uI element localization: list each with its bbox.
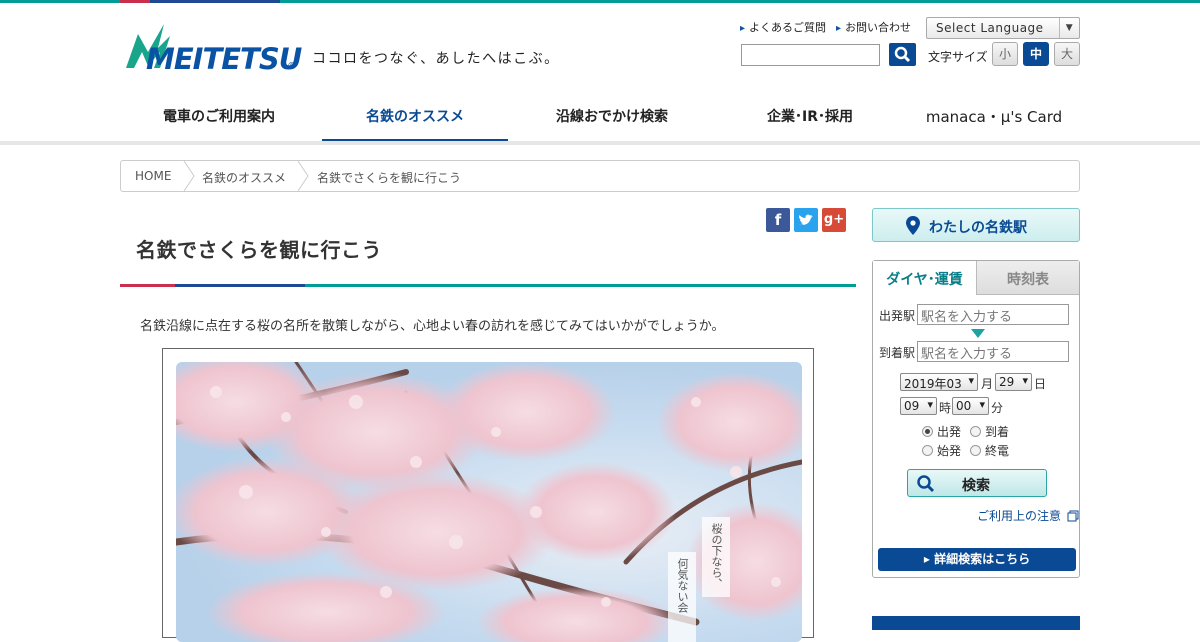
contact-link[interactable]: お問い合わせ — [836, 19, 911, 35]
year-month-select[interactable]: 2019年03 — [900, 373, 978, 391]
radio-first-train[interactable]: 始発 — [922, 442, 961, 459]
language-select-label: Select Language — [936, 21, 1044, 35]
month-unit: 月 — [981, 377, 994, 391]
site-search-input[interactable] — [741, 44, 880, 66]
from-station-input[interactable]: 駅名を入力する — [917, 304, 1069, 325]
hour-select[interactable]: 09 — [900, 397, 937, 415]
hero-image-frame: 桜の下なら、 何気ない会 — [162, 348, 814, 642]
cherry-blossom-illustration — [176, 362, 802, 642]
nav-outing-search[interactable]: 沿線おでかけ検索 — [512, 96, 712, 144]
photo-caption-2: 何気ない会 — [668, 552, 696, 642]
global-nav: 電車のご利用案内 名鉄のオススメ 沿線おでかけ検索 企業･IR･採用 manac… — [120, 96, 1080, 144]
minute-select[interactable]: 00 — [952, 397, 989, 415]
top-color-bar — [0, 0, 1200, 3]
nav-railway-guide[interactable]: 電車のご利用案内 — [120, 96, 318, 144]
map-pin-icon — [906, 216, 920, 235]
to-station-label: 到着駅 — [879, 346, 916, 360]
external-link-icon — [1067, 510, 1079, 522]
from-station-label: 出発駅 — [879, 309, 916, 323]
usage-notes-link[interactable]: ご利用上の注意 — [977, 507, 1079, 524]
radio-checked-icon — [922, 426, 933, 437]
usage-notes-label: ご利用上の注意 — [977, 509, 1062, 523]
route-search-panel: ダイヤ･運賃 時刻表 出発駅 駅名を入力する 到着駅 駅名を入力する 2019年… — [872, 260, 1080, 578]
radio-depart[interactable]: 出発 — [922, 423, 961, 440]
google-plus-share-icon[interactable]: g+ — [822, 208, 846, 232]
font-size-medium-button[interactable]: 中 — [1023, 42, 1049, 66]
radio-icon — [970, 426, 981, 437]
tab-timetable[interactable]: 時刻表 — [977, 261, 1079, 295]
radio-last-train[interactable]: 終電 — [970, 442, 1009, 459]
day-select[interactable]: 29 — [995, 373, 1032, 391]
utility-links: よくあるご質問 お問い合わせ — [740, 19, 911, 35]
breadcrumb-recommend[interactable]: 名鉄のオススメ — [202, 169, 286, 186]
logo-registered-mark: ® — [287, 61, 297, 72]
sidebar-next-banner[interactable] — [872, 616, 1080, 630]
tagline: ココロをつなぐ、あしたへはこぶ。 — [312, 51, 560, 67]
minute-unit: 分 — [991, 401, 1004, 415]
font-size-large-button[interactable]: 大 — [1054, 42, 1080, 66]
nav-corporate[interactable]: 企業･IR･採用 — [712, 96, 908, 144]
site-search-button[interactable] — [889, 43, 916, 66]
page-title: 名鉄でさくらを観に行こう — [136, 238, 382, 262]
arrow-down-icon — [971, 329, 985, 338]
search-icon — [917, 475, 935, 493]
font-size-small-button[interactable]: 小 — [992, 42, 1018, 66]
hour-unit: 時 — [939, 401, 952, 415]
chevron-down-icon: ▼ — [1059, 18, 1079, 38]
radio-icon — [970, 445, 981, 456]
intro-text: 名鉄沿線に点在する桜の名所を散策しながら、心地よい春の訪れを感じてみてはいかがで… — [140, 319, 725, 334]
nav-divider — [0, 141, 1200, 145]
faq-link[interactable]: よくあるご質問 — [740, 19, 826, 35]
facebook-share-icon[interactable]: f — [766, 208, 790, 232]
breadcrumb-home[interactable]: HOME — [135, 169, 171, 183]
search-icon — [894, 46, 911, 63]
photo-caption-1: 桜の下なら、 — [702, 517, 730, 597]
nav-recommend[interactable]: 名鉄のオススメ — [322, 96, 508, 144]
route-search-button[interactable]: 検索 — [907, 469, 1047, 497]
my-station-label: わたしの名鉄駅 — [929, 220, 1027, 236]
nav-manaca[interactable]: manaca・μ's Card — [908, 96, 1080, 144]
tab-timetable-fare[interactable]: ダイヤ･運賃 — [873, 261, 977, 295]
radio-icon — [922, 445, 933, 456]
breadcrumb-current: 名鉄でさくらを観に行こう — [317, 171, 462, 185]
my-station-button[interactable]: わたしの名鉄駅 — [872, 208, 1080, 242]
twitter-share-icon[interactable] — [794, 208, 818, 232]
day-unit: 日 — [1034, 377, 1047, 391]
route-search-label: 検索 — [962, 478, 990, 494]
language-select[interactable]: Select Language ▼ — [926, 17, 1080, 39]
breadcrumb: HOME 名鉄のオススメ 名鉄でさくらを観に行こう — [120, 160, 1080, 192]
title-underline — [120, 284, 856, 287]
breadcrumb-separator-icon — [183, 161, 195, 191]
advanced-search-button[interactable]: ▸ 詳細検索はこちら — [878, 548, 1076, 571]
cherry-blossom-image: 桜の下なら、 何気ない会 — [176, 362, 802, 642]
logo-text: MEITETSU — [146, 42, 302, 76]
meitetsu-logo[interactable]: MEITETSU ® — [124, 24, 302, 76]
breadcrumb-separator-icon — [297, 161, 309, 191]
to-station-input[interactable]: 駅名を入力する — [917, 341, 1069, 362]
twitter-bird-icon — [799, 214, 813, 225]
font-size-label: 文字サイズ — [928, 50, 988, 64]
radio-arrive[interactable]: 到着 — [970, 423, 1009, 440]
